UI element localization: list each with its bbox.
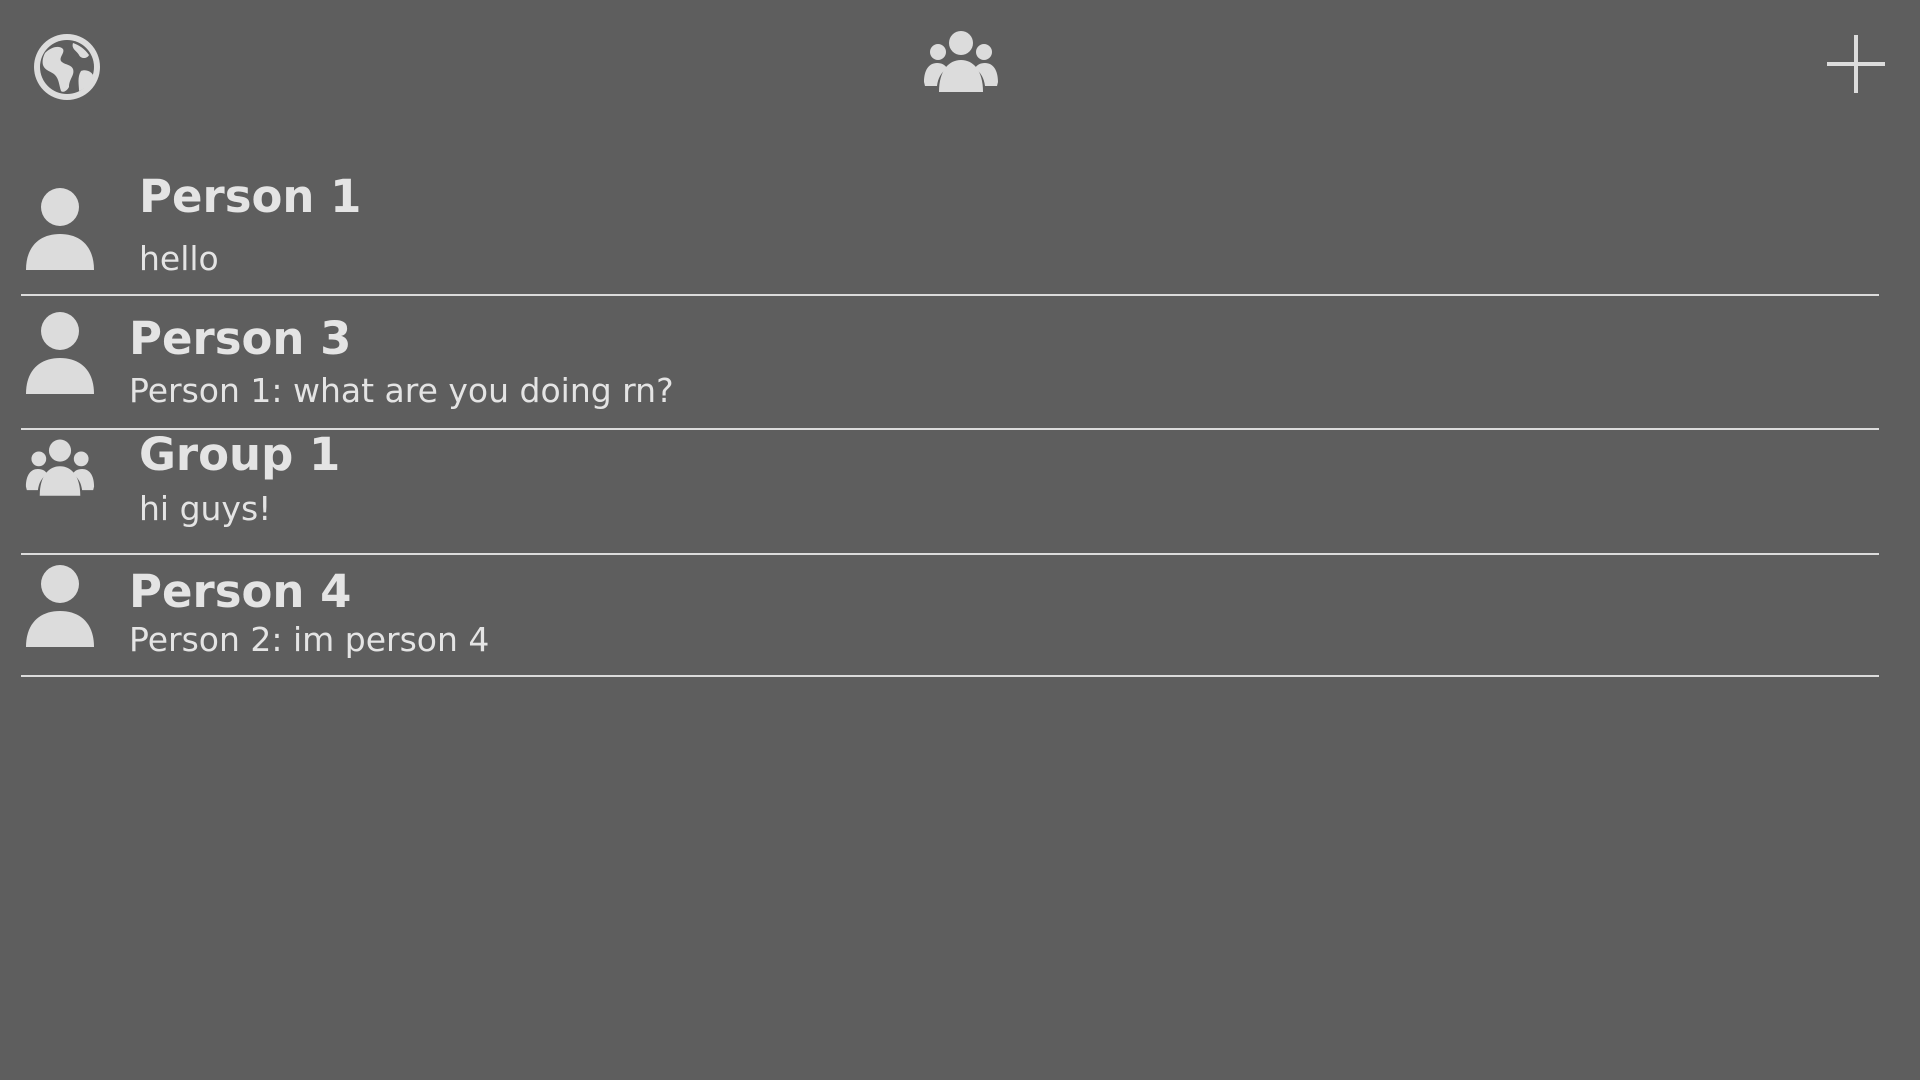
- chat-title: Person 1: [139, 170, 362, 223]
- chat-list: Person 1 hello Person 3 Person 1: what a…: [21, 162, 1879, 677]
- chat-title: Group 1: [139, 428, 341, 481]
- chat-list-item[interactable]: Person 4 Person 2: im person 4: [21, 555, 1879, 677]
- chat-preview: hi guys!: [139, 489, 272, 528]
- groups-button[interactable]: [918, 28, 1004, 98]
- chat-title: Person 3: [129, 312, 352, 365]
- globe-icon: [34, 34, 100, 100]
- person-icon: [26, 565, 94, 647]
- avatar: [25, 312, 95, 394]
- avatar: [25, 438, 95, 500]
- person-icon: [26, 312, 94, 394]
- top-toolbar: [0, 0, 1920, 130]
- chat-list-screen: Person 1 hello Person 3 Person 1: what a…: [0, 0, 1920, 1080]
- chat-preview: Person 1: what are you doing rn?: [129, 371, 674, 410]
- person-icon: [26, 188, 94, 270]
- new-chat-button[interactable]: [1820, 28, 1892, 100]
- chat-list-item[interactable]: Person 3 Person 1: what are you doing rn…: [21, 296, 1879, 430]
- chat-title: Person 4: [129, 565, 352, 618]
- chat-preview: hello: [139, 239, 219, 278]
- globe-button[interactable]: [28, 28, 106, 106]
- chat-list-item[interactable]: Person 1 hello: [21, 162, 1879, 296]
- avatar: [25, 188, 95, 270]
- chat-list-item[interactable]: Group 1 hi guys!: [21, 430, 1879, 555]
- avatar: [25, 565, 95, 647]
- chat-preview: Person 2: im person 4: [129, 620, 490, 659]
- plus-icon: [1827, 35, 1885, 93]
- group-icon: [25, 439, 95, 496]
- group-icon: [924, 31, 998, 92]
